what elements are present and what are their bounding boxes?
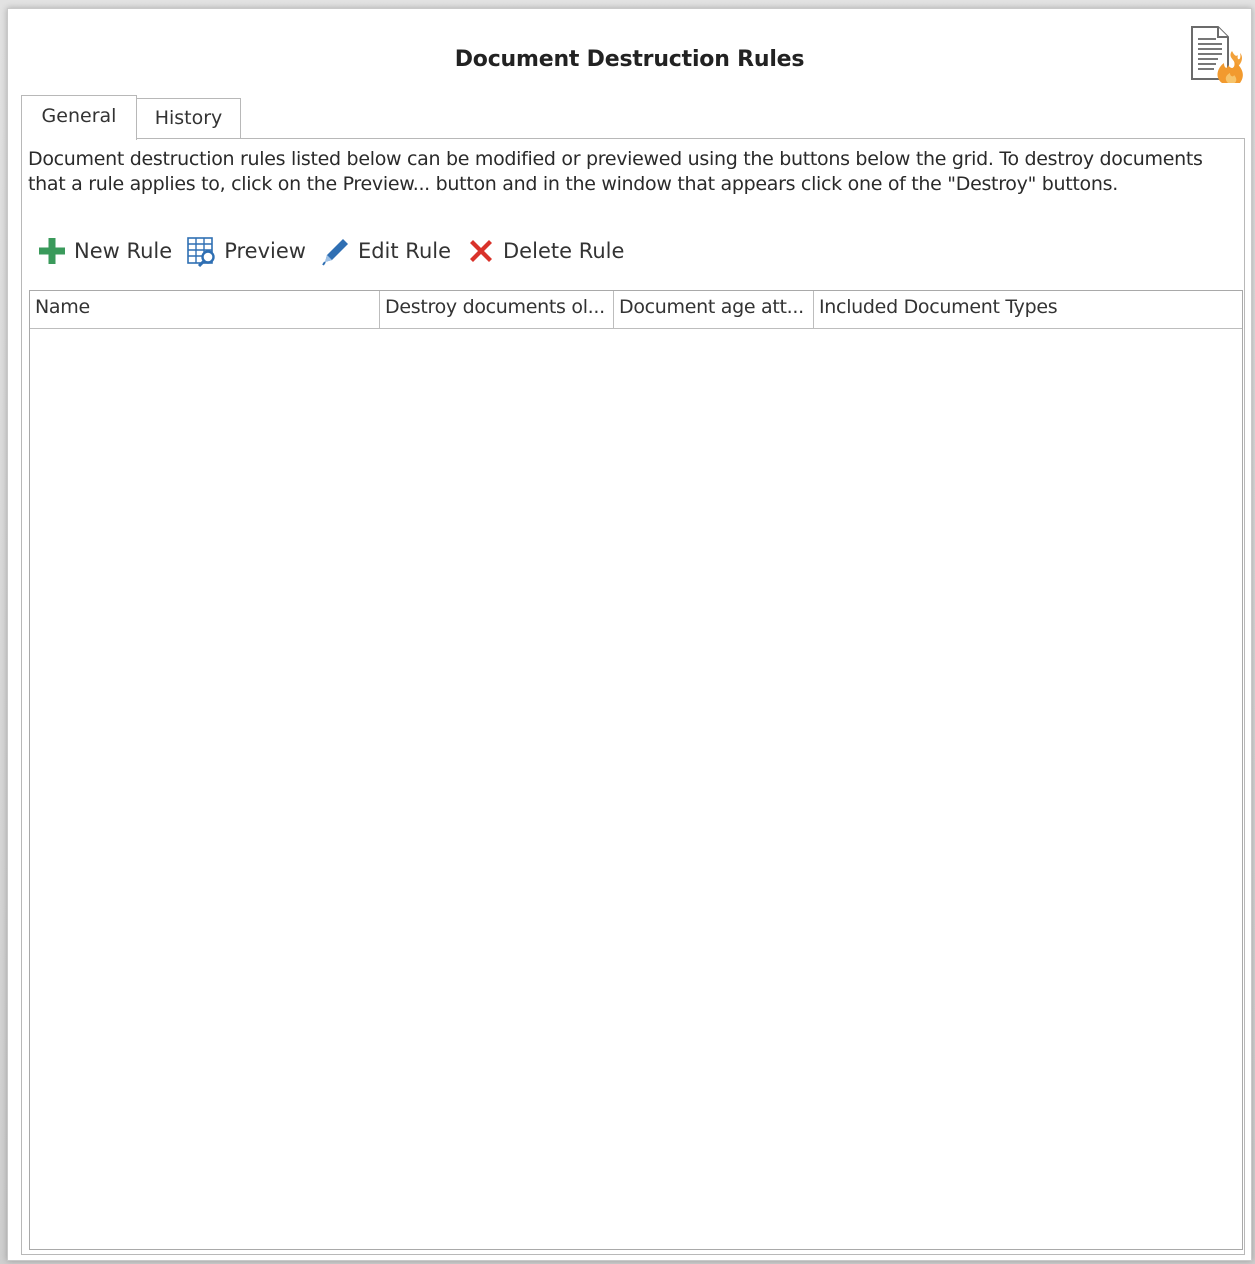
column-header-included-document-types[interactable]: Included Document Types	[814, 291, 1242, 328]
preview-button[interactable]: Preview	[186, 235, 306, 267]
window-title: Document Destruction Rules	[454, 47, 805, 72]
red-x-icon	[465, 235, 497, 267]
tab-general[interactable]: General	[21, 95, 137, 140]
new-rule-button[interactable]: New Rule	[36, 235, 172, 267]
document-fire-icon	[1191, 26, 1243, 83]
general-tab-panel: Document destruction rules listed below …	[21, 138, 1245, 1255]
column-header-document-age-attribute[interactable]: Document age att...	[614, 291, 814, 328]
pencil-icon	[320, 235, 352, 267]
instructions-text: Document destruction rules listed below …	[28, 148, 1203, 195]
column-header-destroy-documents-older[interactable]: Destroy documents ol...	[380, 291, 614, 328]
tab-history[interactable]: History	[136, 98, 241, 138]
grid-header: Name Destroy documents ol... Document ag…	[30, 291, 1242, 329]
new-rule-label: New Rule	[74, 239, 173, 263]
rules-grid[interactable]: Name Destroy documents ol... Document ag…	[29, 290, 1243, 1250]
delete-rule-label: Delete Rule	[503, 239, 625, 263]
plus-icon	[36, 235, 68, 267]
grid-body-empty[interactable]	[30, 329, 1242, 1249]
rules-window: Document Destruction Rules General Histo…	[7, 8, 1252, 1261]
table-search-icon	[186, 235, 218, 267]
delete-rule-button[interactable]: Delete Rule	[465, 235, 624, 267]
edit-rule-label: Edit Rule	[357, 239, 452, 263]
rules-toolbar: New Rule Preview Edit Rule Delete Rule	[36, 233, 638, 269]
column-header-name[interactable]: Name	[30, 291, 380, 328]
edit-rule-button[interactable]: Edit Rule	[320, 235, 451, 267]
preview-label: Preview	[224, 239, 306, 263]
